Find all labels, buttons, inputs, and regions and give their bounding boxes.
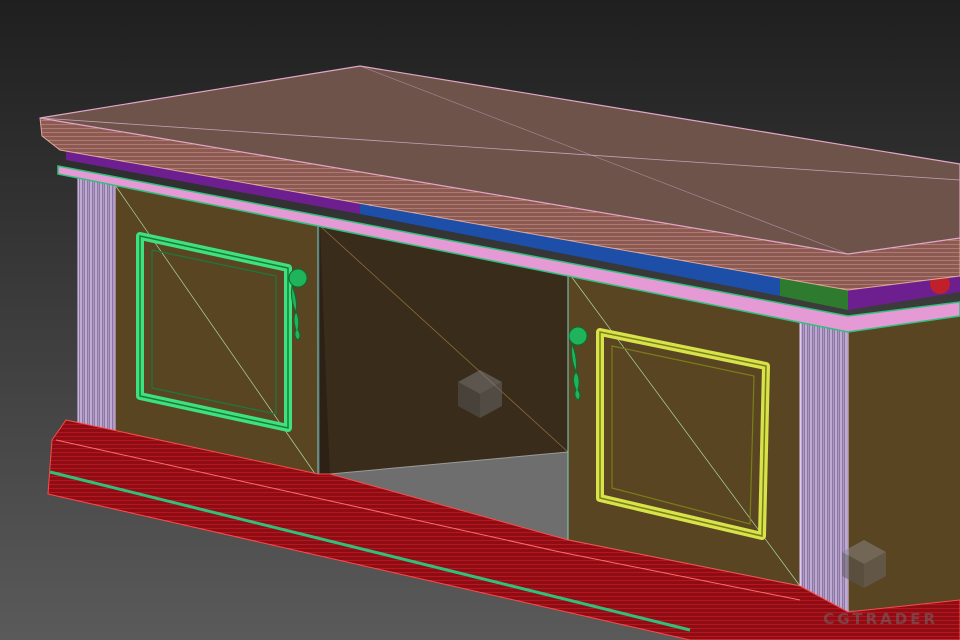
furniture-3d-scene <box>0 0 960 640</box>
watermark-text: CGTRADER <box>823 610 938 628</box>
left-pilaster <box>77 175 116 433</box>
right-pilaster <box>799 317 849 613</box>
3d-viewport[interactable]: CGTRADER <box>0 0 960 640</box>
